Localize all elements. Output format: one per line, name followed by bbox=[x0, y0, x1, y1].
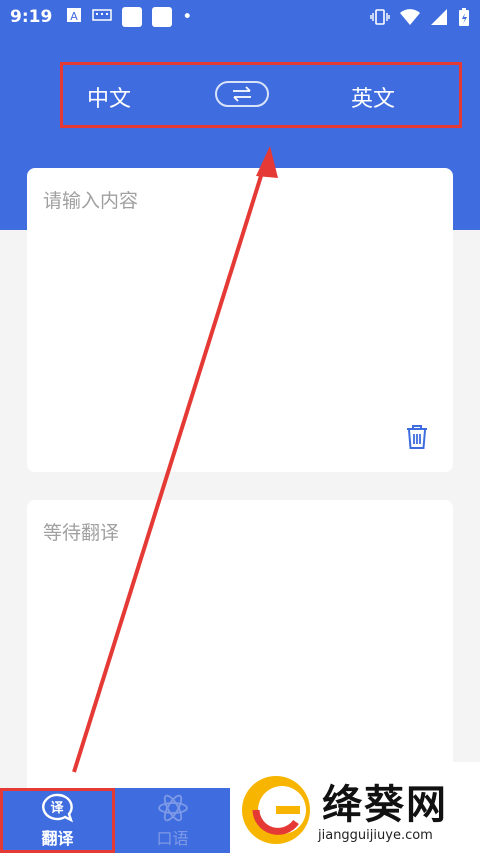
status-bar: 9:19 A • bbox=[0, 0, 480, 34]
output-placeholder: 等待翻译 bbox=[43, 522, 120, 544]
keyboard-icon bbox=[92, 7, 113, 27]
vibrate-icon bbox=[370, 9, 390, 25]
language-selector-bar: 中文 英文 bbox=[60, 62, 462, 128]
battery-icon bbox=[459, 8, 469, 26]
output-card: 等待翻译 bbox=[27, 500, 453, 800]
watermark-logo-icon bbox=[242, 776, 310, 844]
watermark-url: jiangguijiuye.com bbox=[318, 828, 433, 843]
watermark-logo: 绛葵网 jiangguijiuye.com bbox=[230, 762, 480, 853]
input-card[interactable]: 请输入内容 bbox=[27, 168, 453, 472]
input-placeholder[interactable]: 请输入内容 bbox=[43, 186, 138, 213]
watermark-text: 绛葵网 bbox=[322, 781, 448, 828]
status-time: 9:19 bbox=[10, 7, 53, 27]
notification-icon bbox=[152, 7, 173, 27]
svg-text:A: A bbox=[71, 10, 79, 23]
dot-icon: • bbox=[182, 7, 193, 27]
swap-language-button[interactable] bbox=[215, 81, 269, 107]
status-right-icons bbox=[370, 7, 470, 27]
tab-translate-label: 翻译 bbox=[41, 828, 74, 848]
tab-speak[interactable]: 口语 bbox=[115, 788, 230, 853]
svg-text:译: 译 bbox=[50, 801, 64, 816]
target-language-button[interactable]: 英文 bbox=[351, 81, 395, 113]
translate-bubble-icon: 译 bbox=[41, 793, 73, 822]
wifi-icon bbox=[400, 9, 420, 25]
trash-icon[interactable] bbox=[405, 424, 429, 450]
tab-speak-label: 口语 bbox=[156, 828, 189, 848]
tab-translate[interactable]: 译 翻译 bbox=[0, 788, 115, 853]
source-language-button[interactable]: 中文 bbox=[87, 81, 131, 113]
atom-icon bbox=[157, 794, 188, 821]
keyboard-a-icon: A bbox=[66, 7, 82, 28]
swap-icon bbox=[233, 86, 251, 102]
signal-icon bbox=[431, 9, 447, 25]
notification-icon bbox=[122, 7, 143, 27]
